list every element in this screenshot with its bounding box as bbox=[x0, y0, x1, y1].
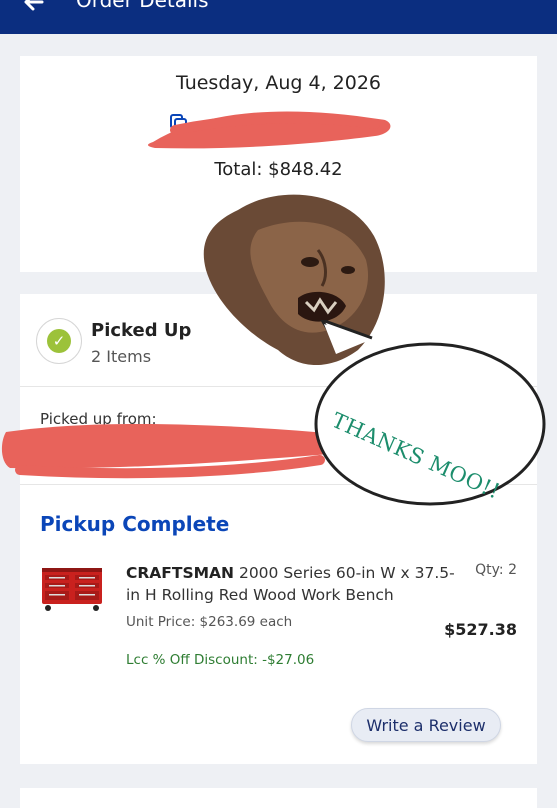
arrow-left-icon[interactable] bbox=[20, 0, 52, 18]
page-title: Order Details bbox=[76, 0, 209, 12]
write-review-button[interactable]: Write a Review bbox=[351, 708, 501, 742]
order-date: Tuesday, Aug 4, 2026 bbox=[175, 72, 382, 94]
product-name[interactable]: CRAFTSMAN 2000 Series 60-in W x 37.5-in … bbox=[126, 562, 456, 606]
redaction-scribble bbox=[148, 111, 391, 149]
next-card bbox=[20, 788, 537, 808]
redaction-scribble bbox=[1, 423, 345, 479]
section-title: Pickup Complete bbox=[40, 512, 230, 536]
app-header: Order Details bbox=[0, 0, 557, 34]
product-image[interactable] bbox=[40, 566, 104, 612]
check-icon: ✓ bbox=[47, 329, 71, 353]
product-brand: CRAFTSMAN bbox=[126, 564, 235, 582]
discount-line: Lcc % Off Discount: -$27.06 bbox=[126, 652, 315, 668]
order-total: Total: $848.42 bbox=[214, 159, 343, 180]
status-item-count: 2 Items bbox=[91, 347, 152, 366]
unit-price: Unit Price: $263.69 each bbox=[126, 614, 293, 630]
product-quantity: Qty: 2 bbox=[475, 562, 517, 578]
status-title: Picked Up bbox=[91, 320, 192, 341]
line-total: $527.38 bbox=[444, 620, 517, 639]
status-indicator: ✓ bbox=[36, 318, 82, 364]
